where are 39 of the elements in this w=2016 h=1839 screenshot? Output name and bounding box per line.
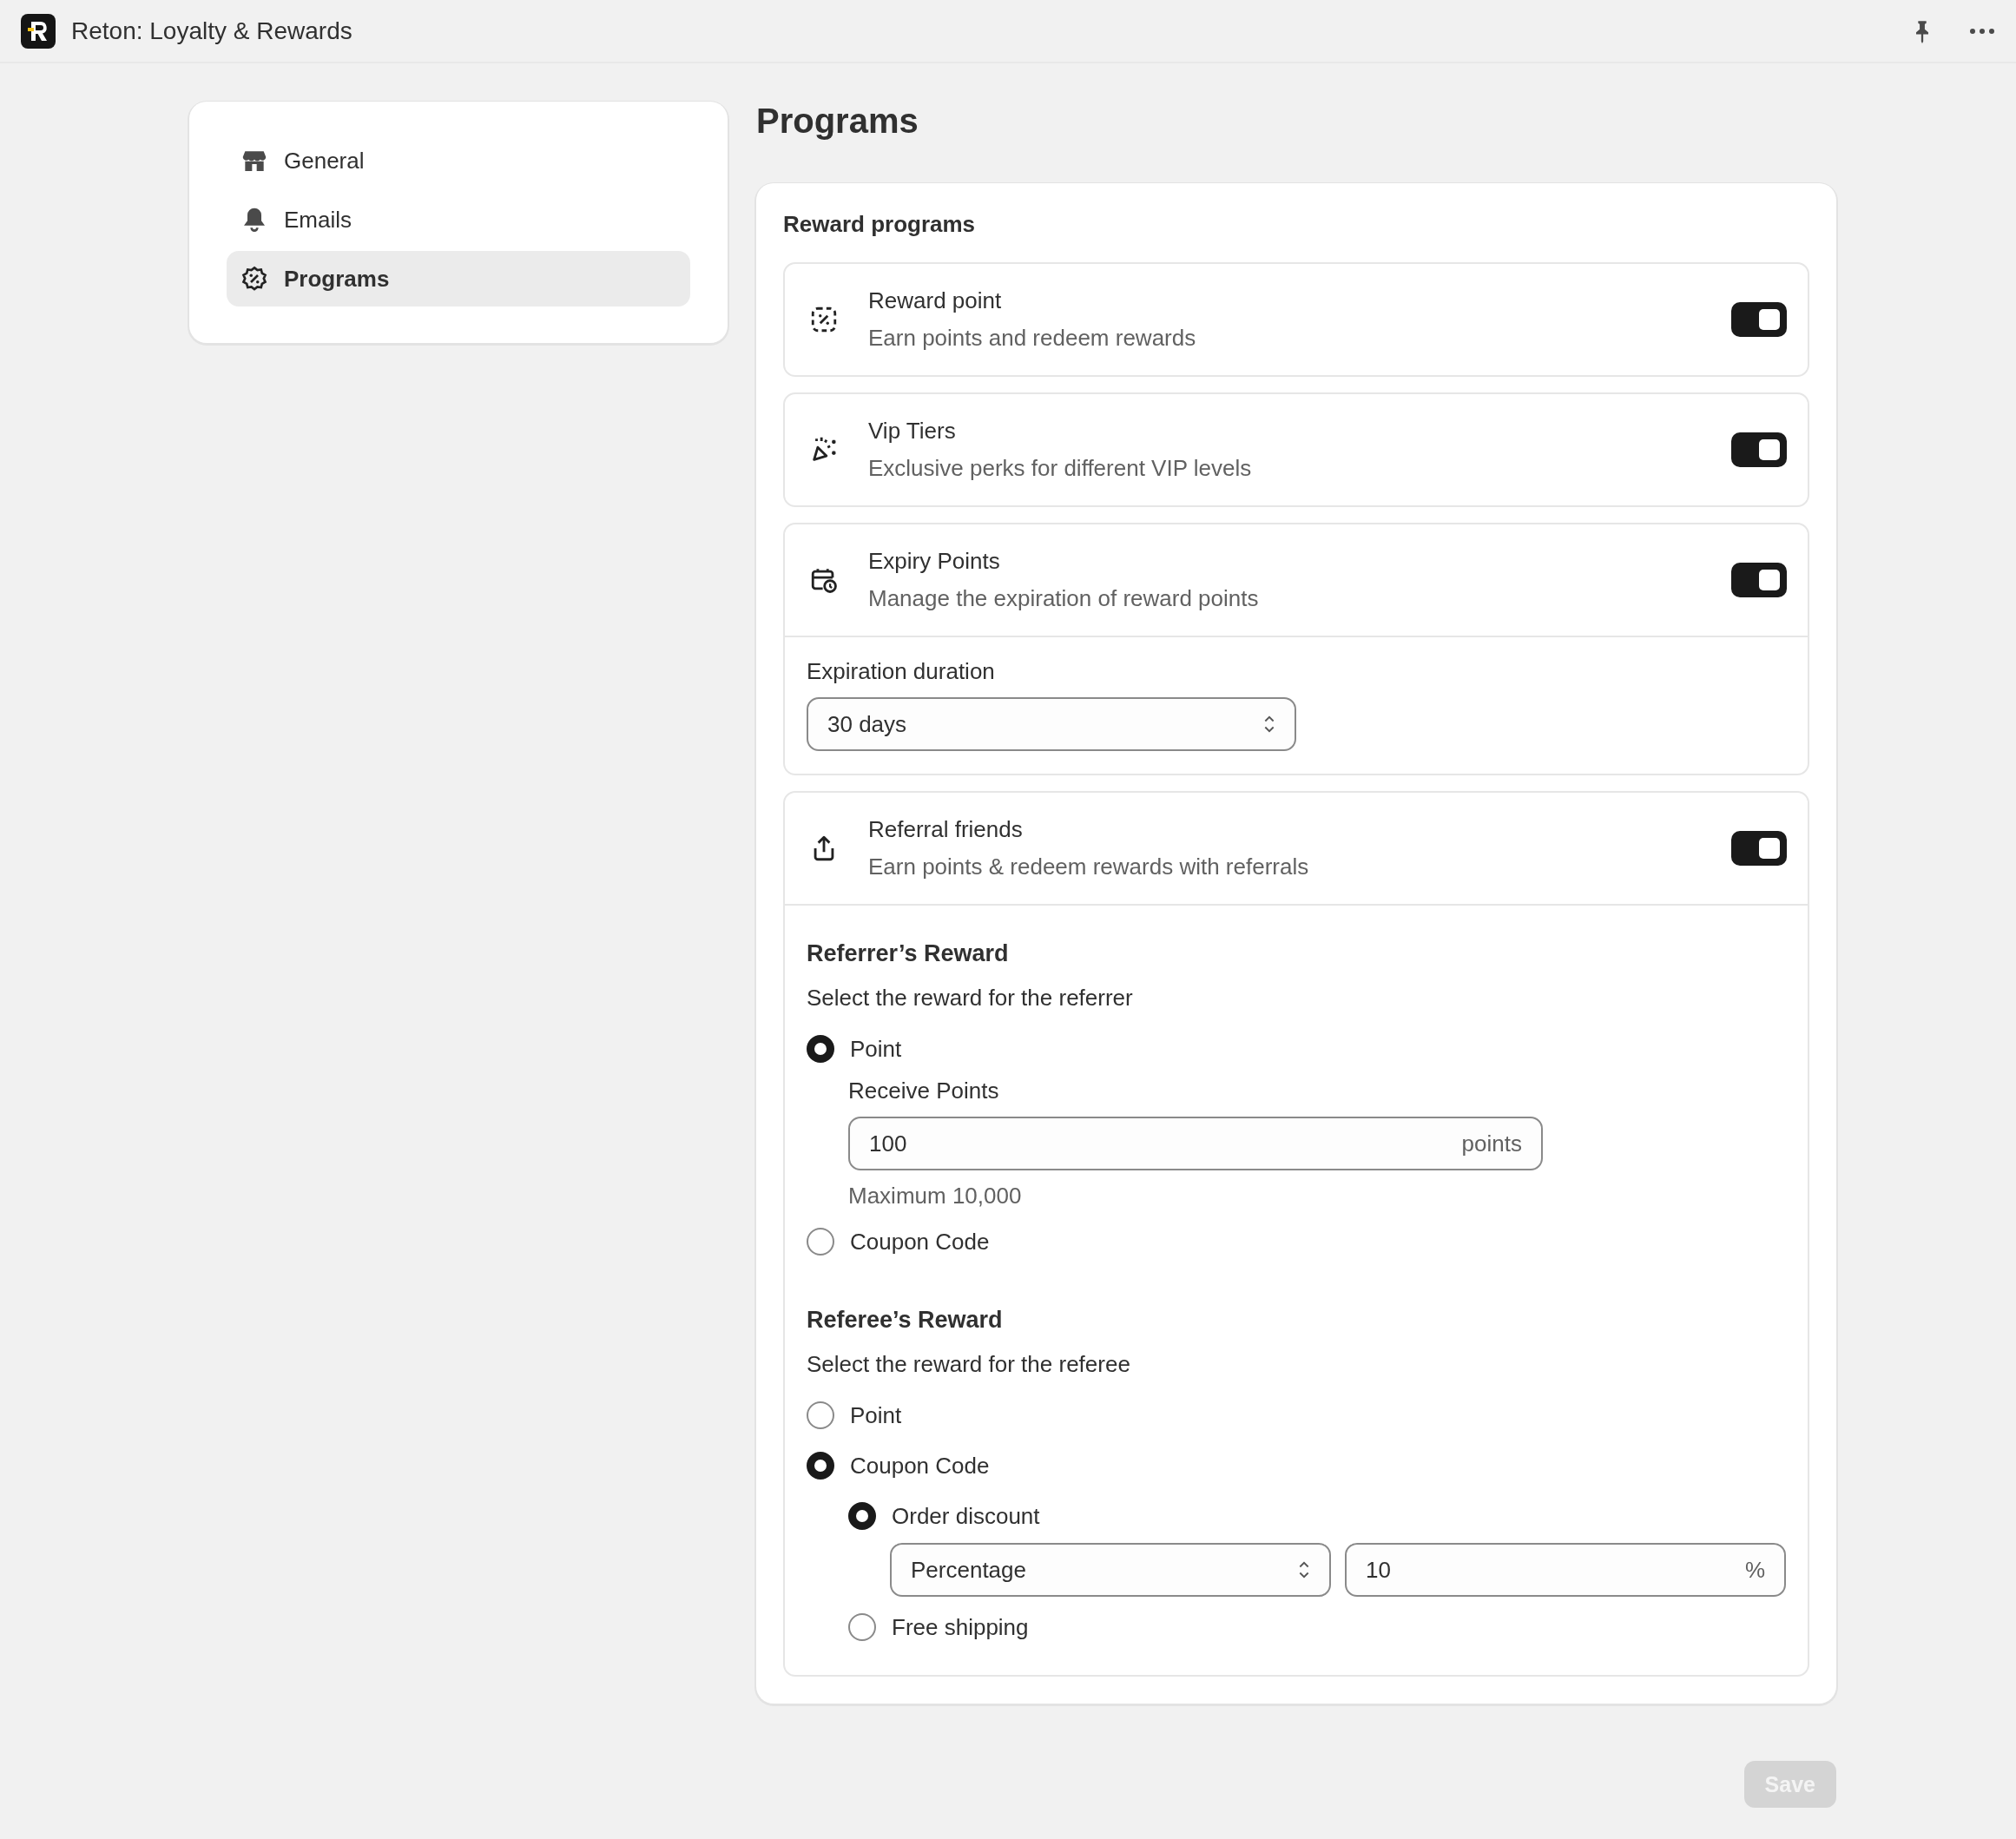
radio-option[interactable]: Coupon Code xyxy=(807,1216,1786,1267)
sidebar-item[interactable]: General xyxy=(227,133,690,188)
points-input[interactable]: 100 points xyxy=(848,1117,1543,1170)
radio-option[interactable]: Coupon Code xyxy=(807,1440,1786,1491)
program-description: Earn points & redeem rewards with referrals xyxy=(868,854,1310,880)
field-label: Expiration duration xyxy=(807,658,996,685)
more-icon[interactable] xyxy=(1969,26,1995,36)
radio-option[interactable]: Point xyxy=(807,1024,1786,1074)
page-title: Programs xyxy=(756,102,919,142)
program-description: Exclusive perks for different VIP levels xyxy=(868,455,1253,482)
section-prompt: Select the reward for the referee xyxy=(807,1351,1131,1378)
program-description: Manage the expiration of reward points xyxy=(868,585,1260,612)
program-title: Referral friends xyxy=(868,816,1024,843)
section-heading: Referee’s Reward xyxy=(807,1307,1004,1334)
field-label: Receive Points xyxy=(848,1078,1000,1104)
discount-type-select[interactable]: Percentage xyxy=(890,1543,1331,1597)
radio-option[interactable]: Free shipping xyxy=(848,1602,1786,1652)
program-description: Earn points and redeem rewards xyxy=(868,325,1197,352)
program-toggle[interactable] xyxy=(1731,563,1787,597)
card-title: Reward programs xyxy=(783,211,977,238)
section-heading: Referrer’s Reward xyxy=(807,940,1010,967)
program-title: Expiry Points xyxy=(868,548,1001,575)
duration-select[interactable]: 30 days xyxy=(807,697,1296,751)
program-toggle[interactable] xyxy=(1731,432,1787,467)
sidebar-item[interactable]: Emails xyxy=(227,192,690,247)
radio-option[interactable]: Order discount xyxy=(848,1491,1786,1541)
discount-value-input[interactable]: 10 % xyxy=(1345,1543,1786,1597)
help-text: Maximum 10,000 xyxy=(848,1183,1023,1210)
program-toggle[interactable] xyxy=(1731,831,1787,866)
program-toggle[interactable] xyxy=(1731,302,1787,337)
program-title: Vip Tiers xyxy=(868,418,957,445)
program-title: Reward point xyxy=(868,287,1003,314)
radio-option[interactable]: Point xyxy=(807,1390,1786,1440)
app-title: Reton: Loyalty & Rewards xyxy=(71,16,352,45)
sidebar-item[interactable]: Programs xyxy=(227,251,690,306)
app-logo xyxy=(21,13,56,49)
dashed-percent-icon xyxy=(809,305,839,334)
discount-badge-icon xyxy=(240,265,268,293)
section-prompt: Select the reward for the referrer xyxy=(807,985,1134,1012)
